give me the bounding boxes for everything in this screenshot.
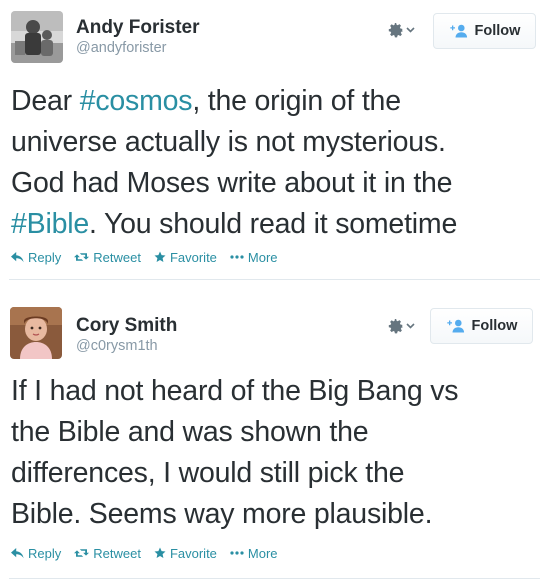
gear-icon	[388, 319, 404, 334]
tweet-text-segment: Dear	[11, 85, 80, 117]
tweet-card: Andy Forister @andyforister Follow Dear …	[0, 0, 550, 285]
retweet-button[interactable]: Retweet	[74, 546, 141, 561]
star-icon	[154, 251, 166, 262]
add-user-icon	[449, 24, 467, 38]
user-actions-dropdown[interactable]	[388, 20, 424, 40]
tweet-text: Dear #cosmos, the origin of the universe…	[11, 81, 541, 245]
tweet-text-segment: the Bible and was shown the	[11, 416, 369, 448]
follow-button[interactable]: Follow	[433, 13, 536, 49]
follow-button[interactable]: Follow	[430, 308, 533, 344]
tweet-line: God had Moses write about it in the	[11, 163, 541, 204]
hashtag-link[interactable]: #Bible	[11, 208, 89, 240]
avatar[interactable]	[11, 11, 63, 63]
retweet-label: Retweet	[93, 545, 141, 561]
more-label: More	[247, 545, 278, 561]
more-button[interactable]: More	[230, 546, 278, 561]
divider	[9, 578, 540, 579]
favorite-label: Favorite	[169, 249, 217, 265]
ellipsis-icon	[230, 551, 244, 555]
reply-label: Reply	[28, 249, 62, 265]
reply-button[interactable]: Reply	[11, 250, 61, 265]
tweet-line: universe actually is not mysterious.	[11, 122, 541, 163]
tweet-text-segment: Bible. Seems way more plausible.	[11, 498, 433, 530]
tweet-line: If I had not heard of the Big Bang vs	[11, 371, 541, 412]
tweet-line: Bible. Seems way more plausible.	[11, 494, 541, 535]
author-name[interactable]: Cory Smith	[76, 315, 177, 337]
retweet-icon	[74, 549, 90, 557]
tweet-line: #Bible. You should read it sometime	[11, 204, 541, 245]
chevron-down-icon	[406, 323, 415, 329]
retweet-button[interactable]: Retweet	[74, 250, 141, 265]
follow-label: Follow	[474, 23, 521, 39]
avatar-photo-icon	[11, 11, 63, 63]
tweet-text: If I had not heard of the Big Bang vs th…	[11, 371, 541, 535]
reply-label: Reply	[28, 545, 62, 561]
hashtag-link[interactable]: #cosmos	[80, 85, 193, 117]
avatar[interactable]	[10, 307, 62, 359]
tweet-text-segment: God had Moses write about it in the	[11, 167, 453, 199]
user-actions-dropdown[interactable]	[388, 316, 424, 336]
tweet-line: the Bible and was shown the	[11, 412, 541, 453]
star-icon	[154, 547, 166, 558]
author-handle[interactable]: @c0rysm1th	[76, 338, 158, 354]
avatar-photo-icon	[10, 307, 62, 359]
tweet-line: differences, I would still pick the	[11, 453, 541, 494]
tweet-actions: Reply Retweet Favorite More	[11, 544, 291, 562]
ellipsis-icon	[230, 255, 244, 259]
tweet-text-segment: differences, I would still pick the	[11, 457, 405, 489]
add-user-icon	[446, 319, 464, 333]
favorite-button[interactable]: Favorite	[154, 546, 217, 561]
favorite-label: Favorite	[169, 545, 217, 561]
retweet-icon	[74, 253, 90, 261]
tweet-text-segment: . You should read it sometime	[89, 208, 458, 240]
more-label: More	[247, 249, 278, 265]
chevron-down-icon	[406, 27, 415, 33]
tweet-actions: Reply Retweet Favorite More	[11, 248, 291, 266]
tweet-text-segment: universe actually is not mysterious.	[11, 126, 446, 158]
more-button[interactable]: More	[230, 250, 278, 265]
tweet-line: Dear #cosmos, the origin of the	[11, 81, 541, 122]
favorite-button[interactable]: Favorite	[154, 250, 217, 265]
tweet-text-segment: If I had not heard of the Big Bang vs	[11, 375, 459, 407]
author-name[interactable]: Andy Forister	[76, 17, 200, 39]
reply-button[interactable]: Reply	[11, 546, 61, 561]
reply-arrow-icon	[11, 547, 24, 558]
retweet-label: Retweet	[93, 249, 141, 265]
reply-arrow-icon	[11, 251, 24, 262]
tweet-text-segment: , the origin of the	[192, 85, 401, 117]
tweet-card: Cory Smith @c0rysm1th Follow If I had no…	[0, 296, 550, 585]
gear-icon	[388, 23, 404, 38]
author-handle[interactable]: @andyforister	[76, 40, 166, 56]
follow-label: Follow	[471, 318, 518, 334]
divider	[9, 279, 540, 280]
